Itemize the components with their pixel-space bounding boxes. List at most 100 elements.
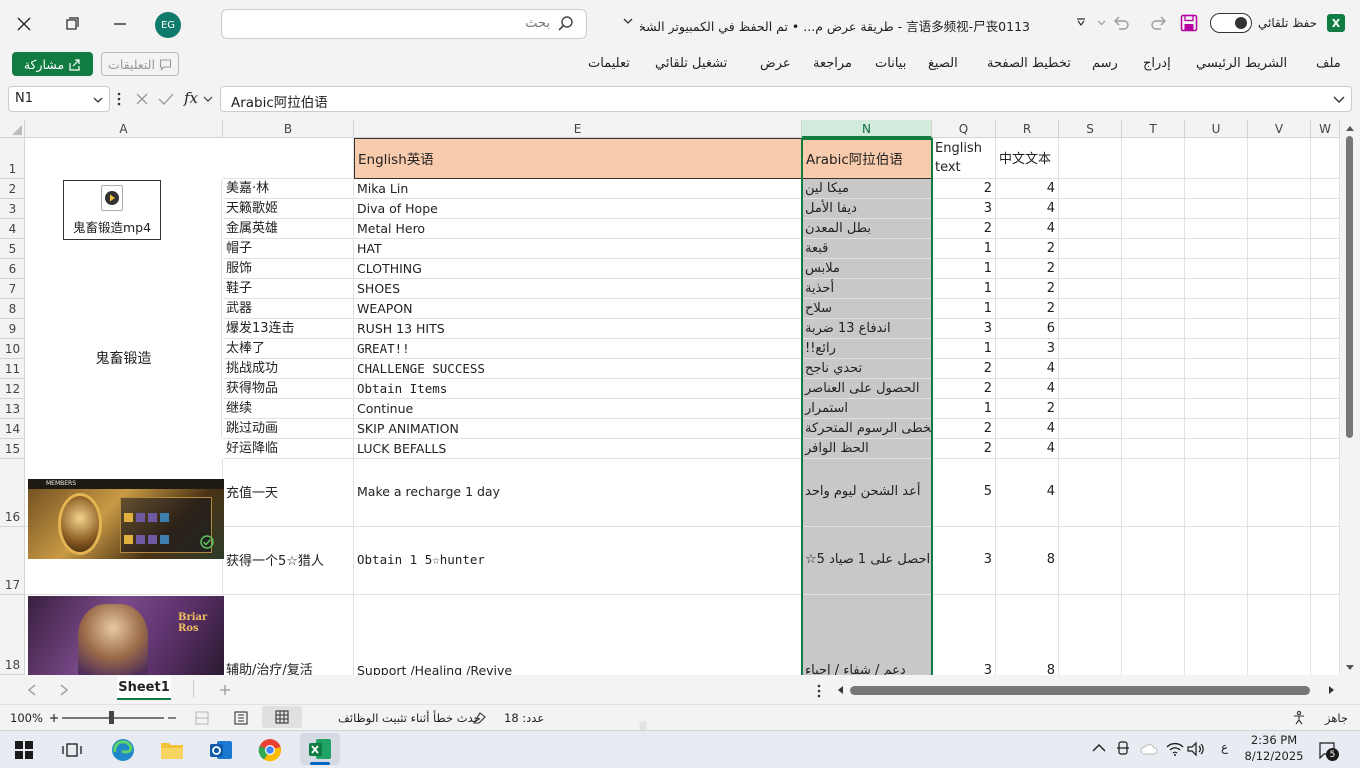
arabic-text-cell[interactable]: قبعة	[802, 239, 932, 259]
row-header[interactable]: 8	[0, 299, 25, 319]
empty-cell[interactable]	[1059, 399, 1122, 419]
empty-cell[interactable]	[1311, 319, 1340, 339]
task-view-button[interactable]	[57, 735, 87, 765]
empty-cell[interactable]	[1059, 259, 1122, 279]
horizontal-scroll-thumb[interactable]	[850, 686, 1310, 695]
scroll-left-icon[interactable]	[836, 685, 844, 695]
empty-cell[interactable]	[1248, 339, 1311, 359]
chinese-count-cell[interactable]: 2	[996, 399, 1059, 419]
chinese-text-cell[interactable]: 鞋子	[223, 279, 354, 299]
empty-cell[interactable]	[1185, 359, 1248, 379]
confirm-entry-icon[interactable]	[158, 92, 174, 106]
search-input[interactable]	[250, 16, 550, 31]
empty-cell[interactable]	[1311, 439, 1340, 459]
empty-cell[interactable]	[1185, 239, 1248, 259]
empty-cell[interactable]	[1248, 595, 1311, 675]
english-count-cell[interactable]: 1	[932, 399, 996, 419]
empty-cell[interactable]	[1122, 199, 1185, 219]
empty-cell[interactable]	[1248, 138, 1311, 179]
empty-cell[interactable]	[1311, 239, 1340, 259]
clock[interactable]: 2:36 PM 8/12/2025	[1240, 732, 1308, 764]
arabic-text-cell[interactable]: احصل على 1 صياد 5☆	[802, 527, 932, 595]
chinese-text-cell[interactable]: 获得物品	[223, 379, 354, 399]
normal-view-button[interactable]	[262, 706, 302, 728]
empty-cell[interactable]	[1185, 595, 1248, 675]
volume-icon[interactable]	[1187, 741, 1205, 757]
empty-cell[interactable]	[1248, 459, 1311, 527]
weather-cloud-icon[interactable]	[1140, 743, 1158, 755]
tab-automate[interactable]: تشغيل تلقائي	[655, 56, 727, 71]
chinese-count-cell[interactable]: 2	[996, 259, 1059, 279]
row-header[interactable]: 1	[0, 138, 25, 179]
row-header[interactable]: 7	[0, 279, 25, 299]
chinese-text-cell[interactable]: 武器	[223, 299, 354, 319]
search-box[interactable]	[221, 9, 587, 39]
empty-cell[interactable]	[1185, 299, 1248, 319]
arabic-text-cell[interactable]: الحظ الوافر	[802, 439, 932, 459]
empty-cell[interactable]	[1059, 359, 1122, 379]
insert-function-icon[interactable]: fx	[184, 89, 198, 107]
count-summary[interactable]: عدد: 18	[504, 711, 544, 725]
empty-cell[interactable]	[1059, 379, 1122, 399]
english-count-cell[interactable]: 2	[932, 439, 996, 459]
empty-cell[interactable]	[1059, 219, 1122, 239]
arabic-text-cell[interactable]: بطل المعدن	[802, 219, 932, 239]
show-hidden-icons-icon[interactable]	[1092, 743, 1106, 753]
arabic-text-cell[interactable]: تخطى الرسوم المتحركة	[802, 419, 932, 439]
empty-cell[interactable]	[1311, 138, 1340, 179]
start-button[interactable]	[9, 735, 39, 765]
empty-cell[interactable]	[1185, 379, 1248, 399]
empty-cell[interactable]	[1248, 239, 1311, 259]
english-count-cell[interactable]: 1	[932, 259, 996, 279]
tab-data[interactable]: بيانات	[875, 56, 906, 71]
empty-cell[interactable]	[1059, 339, 1122, 359]
zoom-in-icon[interactable]	[49, 713, 59, 723]
customize-toolbar-icon[interactable]	[1076, 17, 1086, 27]
outlook-button[interactable]	[206, 735, 236, 765]
row-header[interactable]: 17	[0, 527, 25, 595]
vertical-scrollbar[interactable]	[1340, 120, 1360, 675]
empty-cell[interactable]	[1311, 279, 1340, 299]
english-text-cell[interactable]: WEAPON	[354, 299, 802, 319]
column-header-u[interactable]: U	[1185, 120, 1248, 138]
undo-icon[interactable]	[1112, 14, 1130, 32]
empty-cell[interactable]	[1311, 199, 1340, 219]
english-text-cell[interactable]: LUCK BEFALLS	[354, 439, 802, 459]
empty-cell[interactable]	[1122, 138, 1185, 179]
arabic-text-cell[interactable]: دعم / شفاء / إحياء	[802, 595, 932, 675]
save-icon[interactable]	[1180, 14, 1198, 32]
english-text-cell[interactable]: Make a recharge 1 day	[354, 459, 802, 527]
chinese-count-cell[interactable]: 8	[996, 595, 1059, 675]
english-count-cell[interactable]: 1	[932, 239, 996, 259]
column-header-n[interactable]: N	[802, 120, 932, 138]
empty-cell[interactable]	[1122, 527, 1185, 595]
chinese-count-cell[interactable]: 4	[996, 199, 1059, 219]
english-text-cell[interactable]: HAT	[354, 239, 802, 259]
english-text-cell[interactable]: RUSH 13 HITS	[354, 319, 802, 339]
english-count-cell[interactable]: 3	[932, 319, 996, 339]
accessibility-icon[interactable]	[1291, 710, 1307, 726]
tab-view[interactable]: عرض	[760, 56, 791, 71]
empty-cell[interactable]	[1248, 419, 1311, 439]
row-header[interactable]: 15	[0, 439, 25, 459]
chinese-text-cell[interactable]: 金属英雄	[223, 219, 354, 239]
chinese-text-cell[interactable]: 爆发13连击	[223, 319, 354, 339]
restore-window-button[interactable]	[56, 8, 88, 40]
select-all-corner[interactable]	[0, 120, 25, 138]
chinese-count-cell[interactable]: 4	[996, 379, 1059, 399]
empty-cell[interactable]	[1185, 279, 1248, 299]
scroll-up-icon[interactable]	[1345, 124, 1355, 132]
row-header[interactable]: 9	[0, 319, 25, 339]
english-count-cell[interactable]: 2	[932, 419, 996, 439]
empty-cell[interactable]	[1311, 595, 1340, 675]
arabic-text-cell[interactable]: أعد الشحن ليوم واحد	[802, 459, 932, 527]
empty-cell[interactable]	[1185, 439, 1248, 459]
minimize-window-button[interactable]	[104, 8, 136, 40]
empty-cell[interactable]	[1185, 339, 1248, 359]
empty-cell[interactable]	[1185, 259, 1248, 279]
arabic-text-cell[interactable]: ملابس	[802, 259, 932, 279]
embedded-video-object[interactable]: 鬼畜锻造mp4	[63, 180, 161, 240]
empty-cell[interactable]	[1248, 279, 1311, 299]
empty-cell[interactable]	[1122, 259, 1185, 279]
empty-cell[interactable]	[1059, 239, 1122, 259]
